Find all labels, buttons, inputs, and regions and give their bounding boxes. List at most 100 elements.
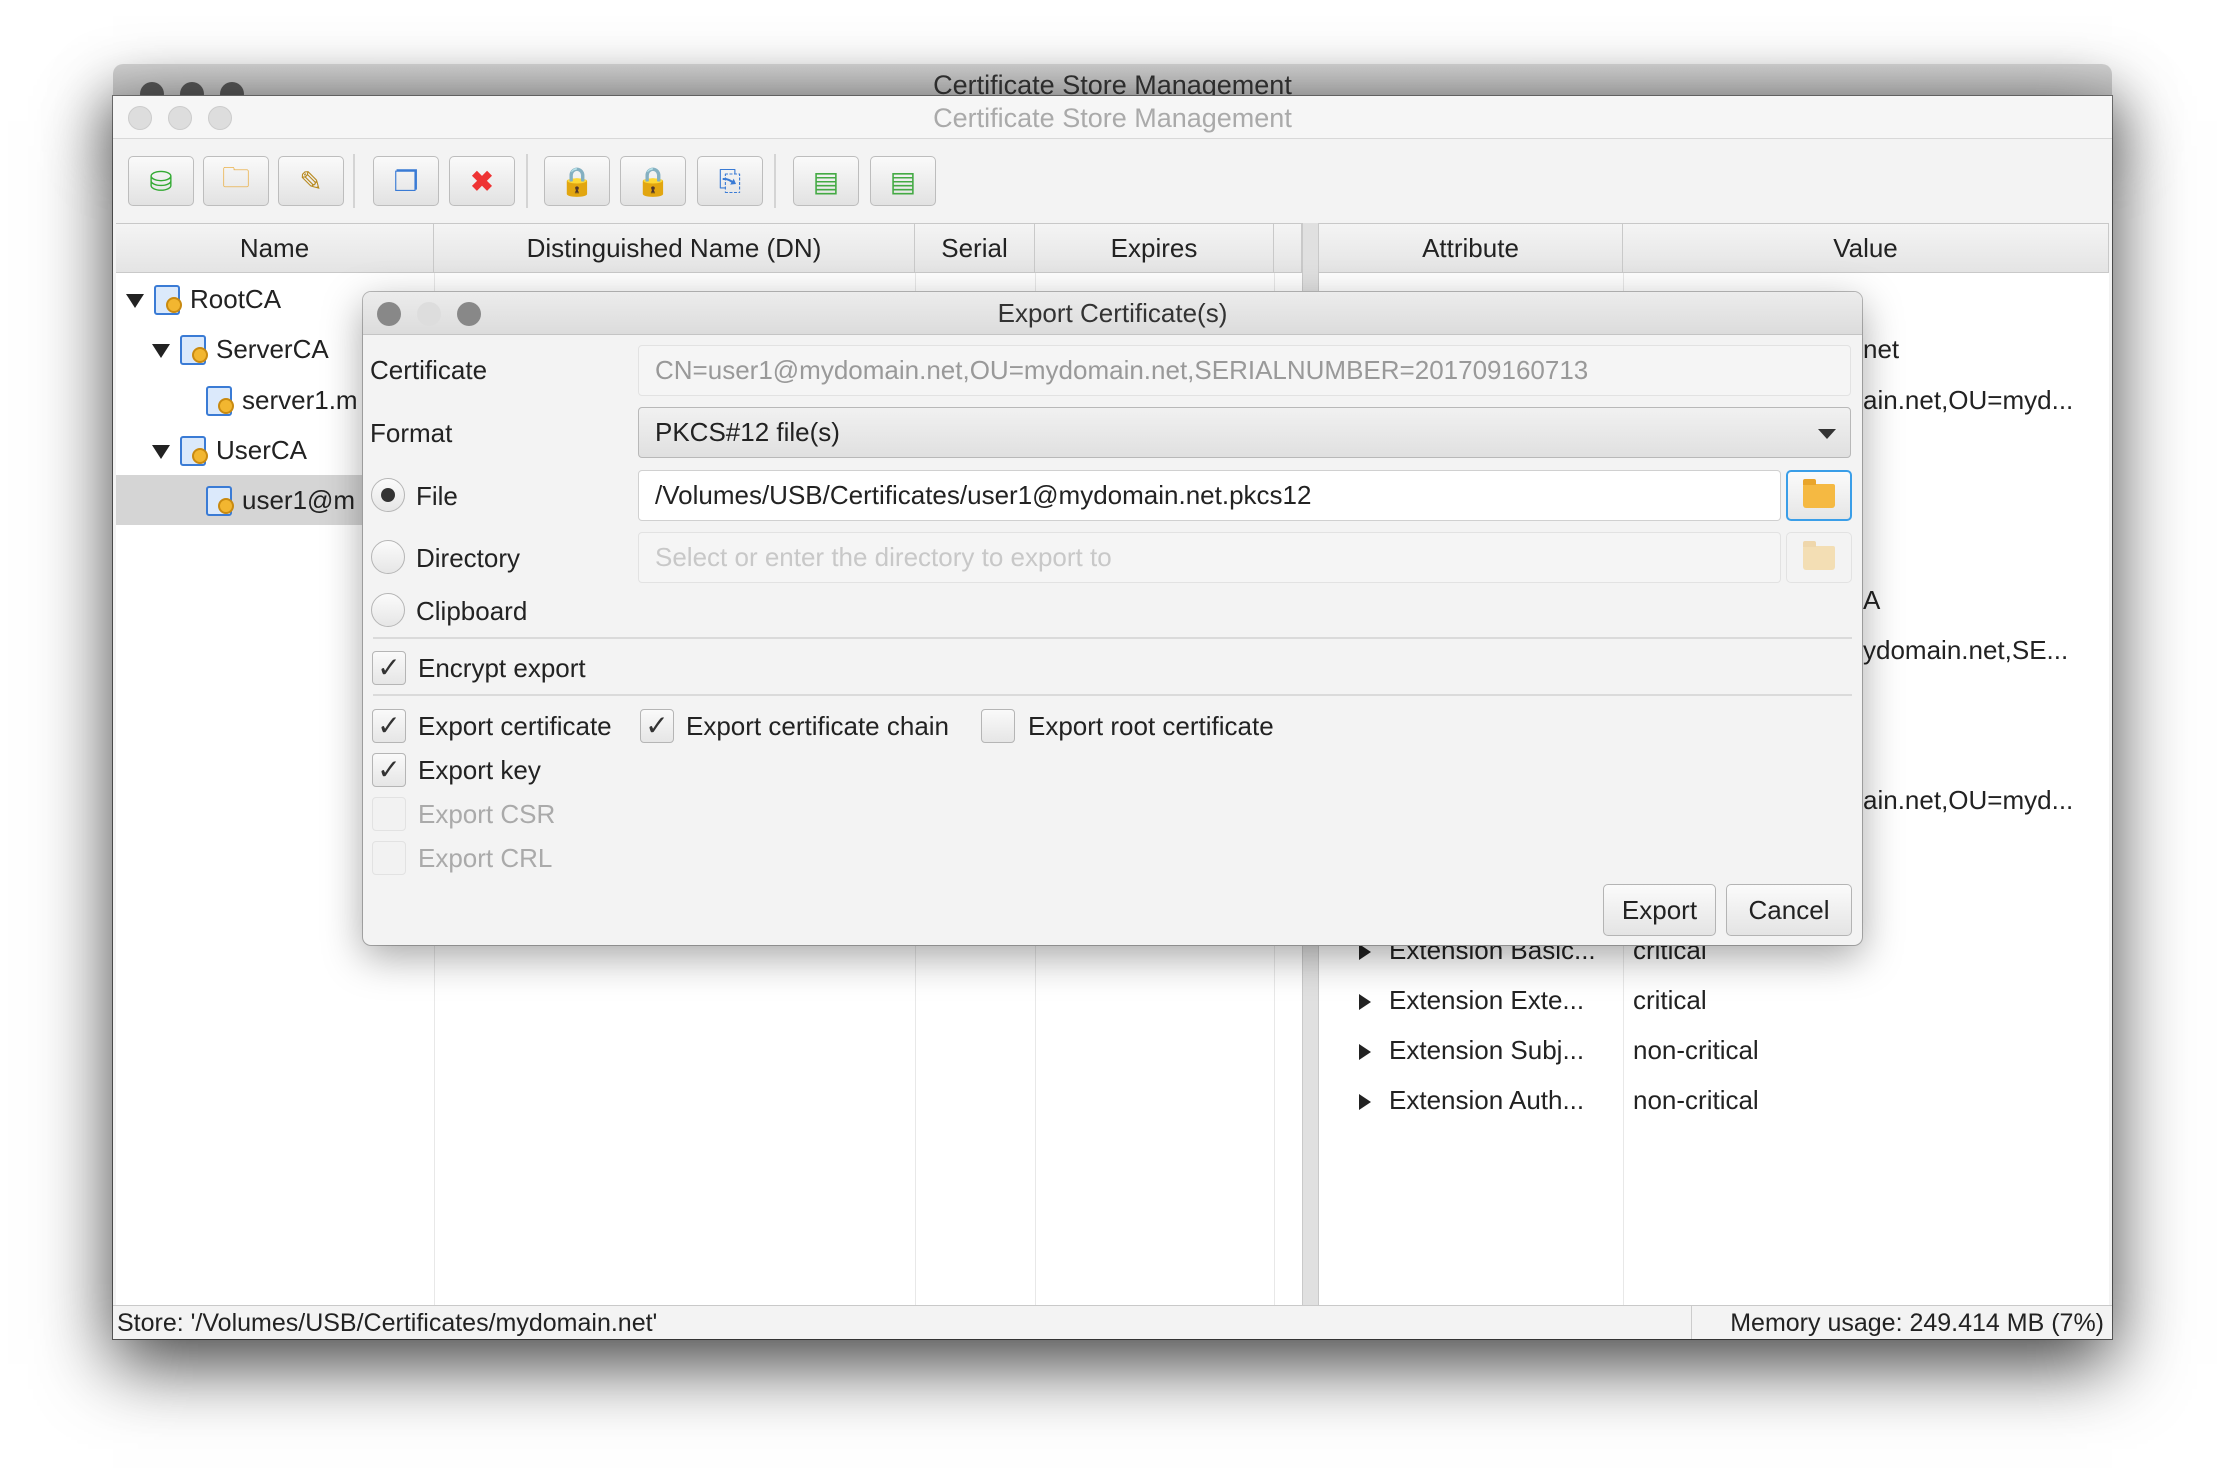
tree-row-label: UserCA — [216, 435, 308, 465]
expand-triangle-icon[interactable] — [152, 445, 170, 460]
certificate-icon — [204, 486, 234, 518]
file-radio[interactable] — [371, 478, 405, 512]
toolbar-separator — [526, 154, 528, 208]
expand-triangle-icon[interactable] — [1359, 944, 1371, 961]
toolbar-separator — [353, 154, 355, 208]
details-row[interactable]: Extension Auth... — [1359, 1075, 1584, 1125]
folder-icon — [1803, 478, 1835, 508]
browse-file-button[interactable] — [1786, 470, 1852, 521]
export-key-label: Export key — [418, 755, 541, 785]
column-header-expires[interactable]: Expires — [1035, 224, 1274, 273]
attribute-cell: Extension Auth... — [1389, 1085, 1585, 1115]
revoke-cert-button[interactable]: ⎘ — [697, 156, 763, 206]
column-header-attribute[interactable]: Attribute — [1319, 224, 1623, 273]
value-cell: ain.net,OU=myd... — [1863, 785, 2074, 815]
expand-triangle-icon[interactable] — [152, 344, 170, 359]
column-header-value[interactable]: Value — [1623, 224, 2109, 273]
value-cell: critical — [1633, 985, 1707, 1015]
value-cell: non-critical — [1633, 1085, 1759, 1115]
export-certificate-checkbox[interactable]: ✓ — [372, 709, 406, 743]
file-path-input[interactable]: /Volumes/USB/Certificates/user1@mydomain… — [638, 470, 1781, 521]
column-header-serial[interactable]: Serial — [915, 224, 1035, 273]
add-key-icon: 🔒 — [559, 165, 595, 197]
export-crl-checkbox — [372, 841, 406, 875]
memory-usage-status: Memory usage: 249.414 MB (7%) — [1730, 1309, 2104, 1337]
export-chain-checkbox[interactable]: ✓ — [640, 709, 674, 743]
open-store-icon: 🗀 — [221, 162, 250, 193]
attribute-cell: Extension Exte... — [1389, 985, 1585, 1015]
chevron-down-icon — [1818, 429, 1836, 439]
details-row[interactable]: Extension Subj... — [1359, 1025, 1584, 1075]
store-path-status: Store: '/Volumes/USB/Certificates/mydoma… — [117, 1309, 658, 1337]
browse-directory-button[interactable] — [1786, 532, 1852, 583]
export-certificate-label: Export certificate — [418, 711, 612, 741]
dialog-zoom-button[interactable] — [457, 302, 481, 326]
file-label: File — [416, 481, 458, 511]
export-button[interactable]: Export — [1603, 884, 1716, 936]
export-crl-label: Export CRL — [418, 843, 553, 873]
new-store-button[interactable]: ⛁ — [128, 156, 194, 206]
import-button[interactable]: ▤ — [793, 156, 859, 206]
export-chain-label: Export certificate chain — [686, 711, 950, 741]
certificate-icon — [204, 386, 234, 418]
certificate-icon — [178, 436, 208, 468]
expand-triangle-icon[interactable] — [1359, 1094, 1371, 1111]
column-header-extra — [1274, 224, 1302, 273]
certificate-icon — [178, 335, 208, 367]
certificate-icon — [152, 285, 182, 317]
copy-button[interactable]: ❐ — [373, 156, 439, 206]
title-bar: Certificate Store Management — [113, 96, 2112, 139]
directory-radio[interactable] — [371, 540, 405, 574]
details-row[interactable]: Extension Exte... — [1359, 975, 1584, 1025]
expand-triangle-icon[interactable] — [1359, 1044, 1371, 1061]
column-header-name[interactable]: Name — [116, 224, 434, 273]
export-root-checkbox[interactable] — [981, 709, 1015, 743]
encrypt-export-checkbox[interactable]: ✓ — [372, 651, 406, 685]
status-bar: Store: '/Volumes/USB/Certificates/mydoma… — [113, 1305, 2112, 1339]
tree-row-label: server1.m — [242, 385, 358, 415]
format-select[interactable]: PKCS#12 file(s) — [638, 407, 1851, 458]
value-cell: non-critical — [1633, 1035, 1759, 1065]
delete-button[interactable]: ✖ — [449, 156, 515, 206]
value-cell: ydomain.net,SE... — [1863, 635, 2069, 665]
attribute-cell: Extension Subj... — [1389, 1035, 1585, 1065]
dialog-close-button[interactable] — [377, 302, 401, 326]
export-certificates-dialog: Export Certificate(s) Certificate CN=use… — [363, 292, 1862, 945]
clipboard-label: Clipboard — [416, 596, 528, 626]
certificate-field: CN=user1@mydomain.net,OU=mydomain.net,SE… — [638, 345, 1851, 396]
expand-triangle-icon[interactable] — [126, 294, 144, 309]
format-selected-value: PKCS#12 file(s) — [655, 417, 840, 447]
window-title: Certificate Store Management — [933, 103, 1292, 133]
add-key-button[interactable]: 🔒 — [544, 156, 610, 206]
certificate-label: Certificate — [370, 355, 488, 385]
edit-store-icon: ✎ — [299, 165, 323, 197]
import-icon: ▤ — [812, 165, 840, 197]
export-icon: ▤ — [889, 165, 917, 197]
column-header-dn[interactable]: Distinguished Name (DN) — [434, 224, 915, 273]
folder-icon — [1803, 540, 1835, 570]
tree-row-label: ServerCA — [216, 334, 329, 364]
open-store-button[interactable]: 🗀 — [203, 156, 269, 206]
format-label: Format — [370, 418, 453, 448]
remove-key-icon: 🔒 — [635, 165, 671, 197]
directory-input[interactable]: Select or enter the directory to export … — [638, 532, 1781, 583]
export-key-checkbox[interactable]: ✓ — [372, 753, 406, 787]
new-store-icon: ⛁ — [149, 165, 173, 197]
dialog-minimize-button[interactable] — [417, 302, 441, 326]
expand-triangle-icon[interactable] — [1359, 994, 1371, 1011]
remove-key-button[interactable]: 🔒 — [620, 156, 686, 206]
toolbar-separator — [774, 154, 776, 208]
status-divider — [1691, 1306, 1692, 1339]
encrypt-export-label: Encrypt export — [418, 653, 586, 683]
separator — [373, 694, 1852, 696]
value-cell: A — [1863, 585, 1881, 615]
cancel-button[interactable]: Cancel — [1726, 884, 1852, 936]
export-button-toolbar[interactable]: ▤ — [870, 156, 936, 206]
value-cell: net — [1863, 334, 1900, 364]
dialog-title-bar: Export Certificate(s) — [363, 292, 1862, 335]
export-csr-label: Export CSR — [418, 799, 556, 829]
clipboard-radio[interactable] — [371, 593, 405, 627]
edit-store-button[interactable]: ✎ — [278, 156, 344, 206]
copy-icon: ❐ — [393, 165, 419, 197]
revoke-cert-icon: ⎘ — [718, 164, 742, 196]
